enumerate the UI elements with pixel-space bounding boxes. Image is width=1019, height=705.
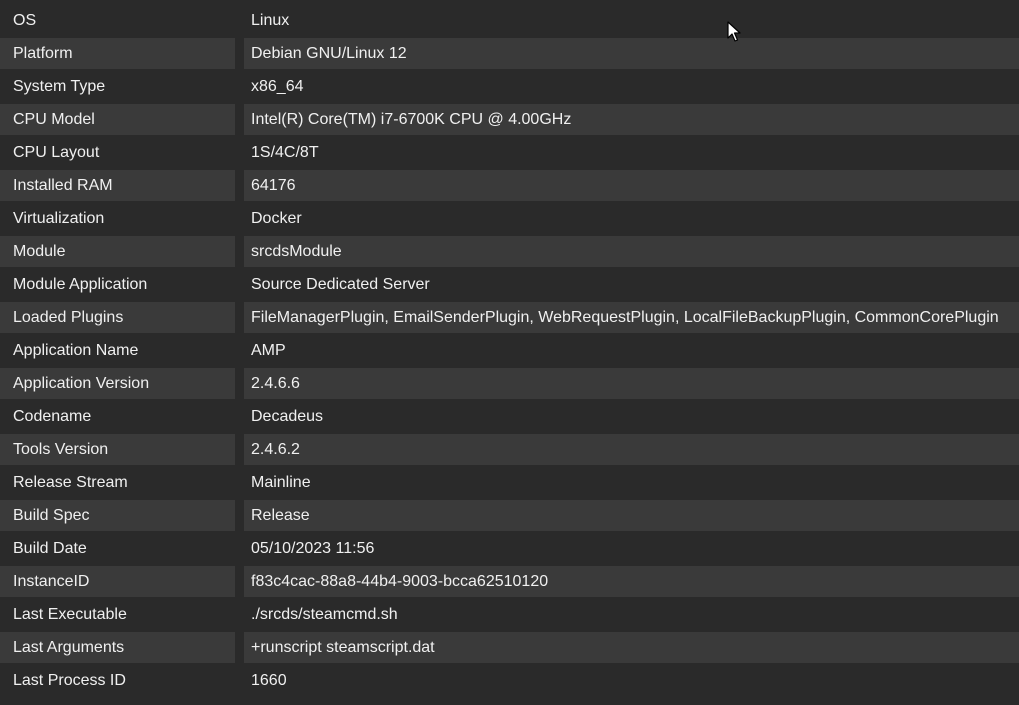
table-row: Loaded Plugins FileManagerPlugin, EmailS… xyxy=(0,301,1019,334)
row-value: 05/10/2023 11:56 xyxy=(251,539,375,557)
row-key: Module xyxy=(0,236,235,267)
row-key: Last Process ID xyxy=(13,671,126,689)
table-row: Tools Version 2.4.6.2 xyxy=(0,433,1019,466)
row-value: x86_64 xyxy=(251,77,304,95)
row-key: InstanceID xyxy=(0,566,235,597)
table-row: OS Linux xyxy=(0,4,1019,37)
row-key: Platform xyxy=(0,38,235,69)
table-row: Virtualization Docker xyxy=(0,202,1019,235)
table-row: Last Arguments +runscript steamscript.da… xyxy=(0,631,1019,664)
table-row: Module Application Source Dedicated Serv… xyxy=(0,268,1019,301)
mouse-pointer-icon xyxy=(727,21,741,42)
table-row: Codename Decadeus xyxy=(0,400,1019,433)
table-row: Last Executable ./srcds/steamcmd.sh xyxy=(0,598,1019,631)
row-key: Virtualization xyxy=(13,209,105,227)
row-value: 64176 xyxy=(244,170,1019,201)
row-value: Mainline xyxy=(251,473,311,491)
row-key: Last Executable xyxy=(13,605,127,623)
row-value: ./srcds/steamcmd.sh xyxy=(251,605,398,623)
table-row: Build Spec Release xyxy=(0,499,1019,532)
row-value: 1660 xyxy=(251,671,287,689)
table-row: Application Name AMP xyxy=(0,334,1019,367)
row-key: Build Spec xyxy=(0,500,235,531)
system-info-table: OS Linux Platform Debian GNU/Linux 12 Sy… xyxy=(0,4,1019,697)
row-key: CPU Model xyxy=(0,104,235,135)
row-value: 1S/4C/8T xyxy=(251,143,319,161)
row-key: Installed RAM xyxy=(0,170,235,201)
row-key: Release Stream xyxy=(13,473,128,491)
row-value: Docker xyxy=(251,209,302,227)
row-value: Intel(R) Core(TM) i7-6700K CPU @ 4.00GHz xyxy=(244,104,1019,135)
row-value: Release xyxy=(244,500,1019,531)
row-key: Tools Version xyxy=(0,434,235,465)
row-value: 2.4.6.2 xyxy=(244,434,1019,465)
row-key: Last Arguments xyxy=(0,632,235,663)
table-row: CPU Model Intel(R) Core(TM) i7-6700K CPU… xyxy=(0,103,1019,136)
row-value: Debian GNU/Linux 12 xyxy=(244,38,1019,69)
row-value: FileManagerPlugin, EmailSenderPlugin, We… xyxy=(244,302,1019,333)
row-key: System Type xyxy=(13,77,106,95)
row-key: Loaded Plugins xyxy=(0,302,235,333)
row-key: Application Version xyxy=(0,368,235,399)
row-value: 2.4.6.6 xyxy=(244,368,1019,399)
table-row: System Type x86_64 xyxy=(0,70,1019,103)
table-row: InstanceID f83c4cac-88a8-44b4-9003-bcca6… xyxy=(0,565,1019,598)
row-value: srcdsModule xyxy=(244,236,1019,267)
row-key: CPU Layout xyxy=(13,143,100,161)
row-value: +runscript steamscript.dat xyxy=(244,632,1019,663)
table-row: Installed RAM 64176 xyxy=(0,169,1019,202)
table-row: CPU Layout 1S/4C/8T xyxy=(0,136,1019,169)
table-row: Application Version 2.4.6.6 xyxy=(0,367,1019,400)
row-value: AMP xyxy=(251,341,286,359)
row-key: OS xyxy=(13,11,37,29)
row-key: Module Application xyxy=(13,275,148,293)
table-row: Last Process ID 1660 xyxy=(0,664,1019,697)
row-key: Codename xyxy=(13,407,92,425)
row-value: f83c4cac-88a8-44b4-9003-bcca62510120 xyxy=(244,566,1019,597)
row-value: Source Dedicated Server xyxy=(251,275,430,293)
row-value: Linux xyxy=(251,11,290,29)
row-key: Application Name xyxy=(13,341,139,359)
table-row: Build Date 05/10/2023 11:56 xyxy=(0,532,1019,565)
table-row: Platform Debian GNU/Linux 12 xyxy=(0,37,1019,70)
row-value: Decadeus xyxy=(251,407,324,425)
row-key: Build Date xyxy=(13,539,87,557)
table-row: Release Stream Mainline xyxy=(0,466,1019,499)
table-row: Module srcdsModule xyxy=(0,235,1019,268)
